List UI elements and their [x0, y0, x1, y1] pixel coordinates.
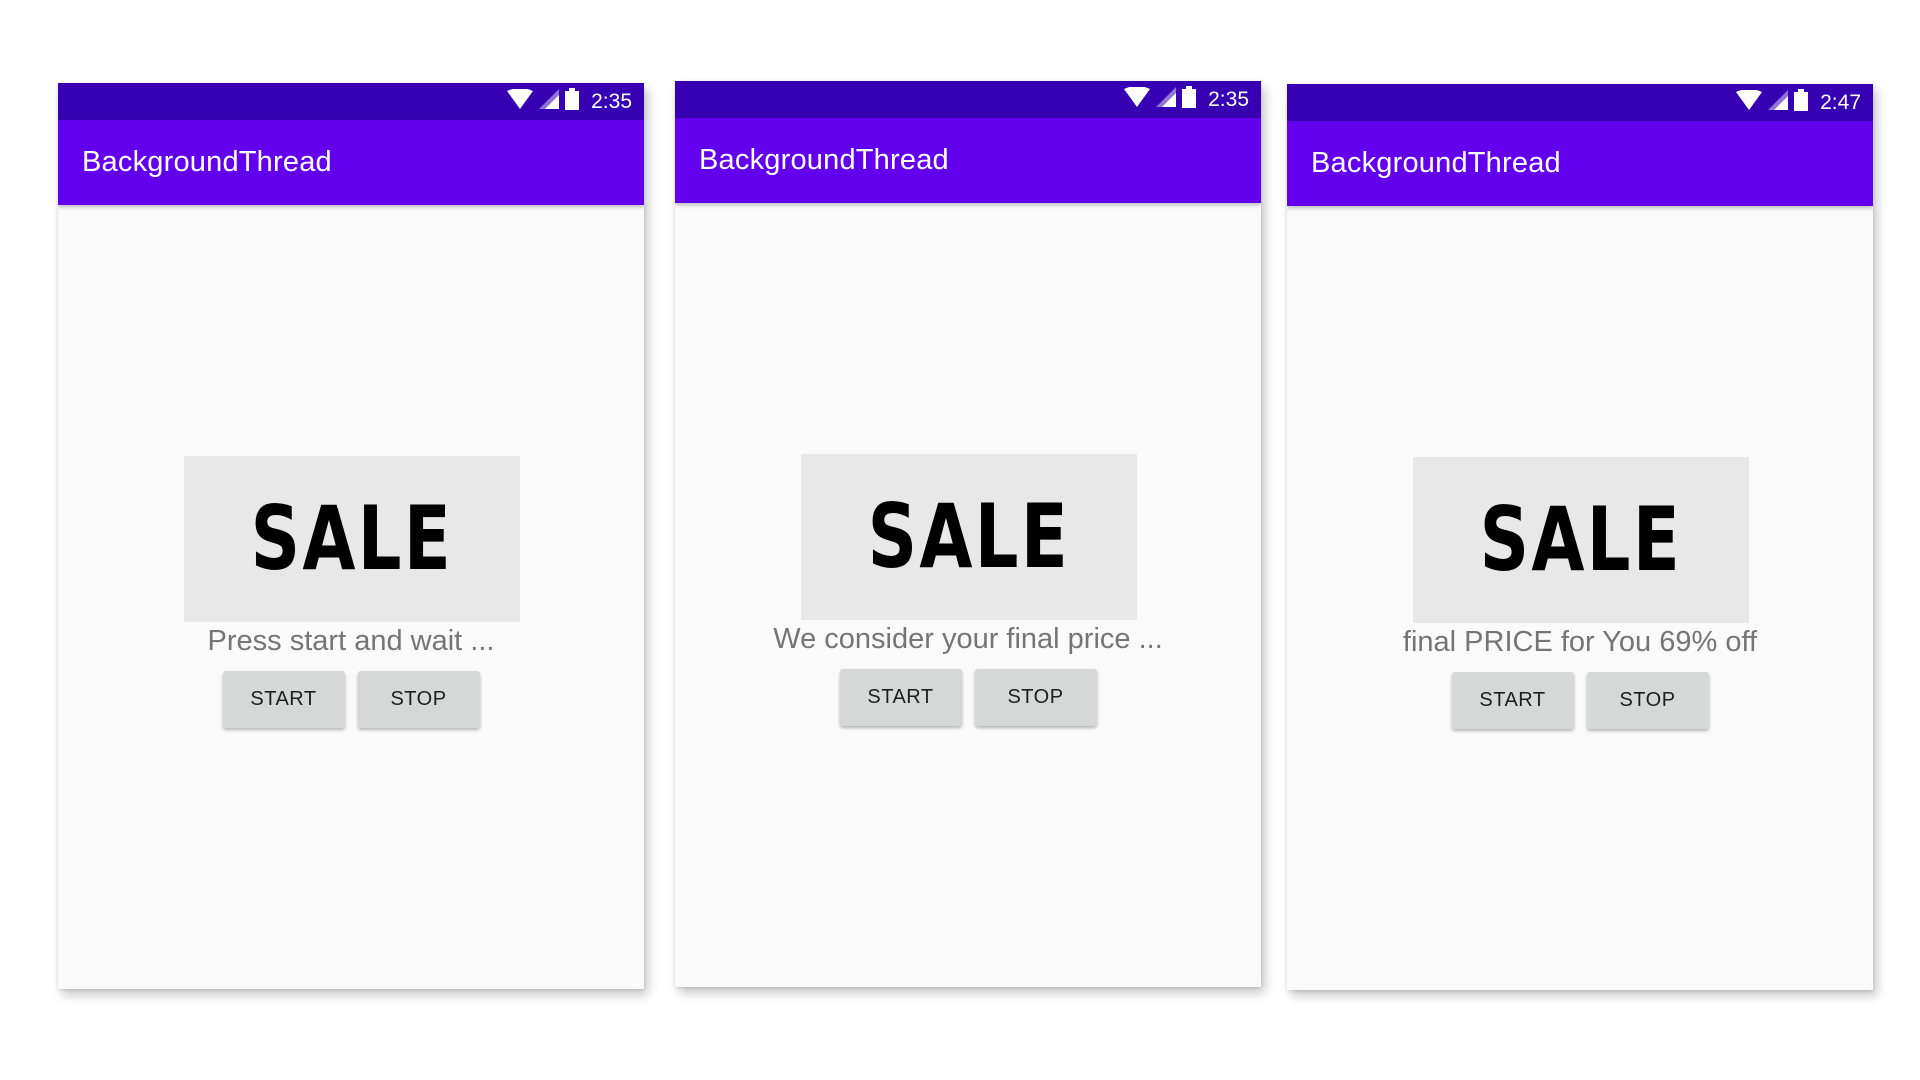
wifi-icon [1736, 89, 1763, 115]
status-message: Press start and wait ... [207, 625, 495, 657]
battery-icon [1794, 89, 1809, 116]
stop-button[interactable]: STOP [357, 671, 480, 728]
start-button[interactable]: START [222, 671, 345, 728]
sale-label: SALE [867, 485, 1071, 588]
status-icons: 2:35 [507, 83, 632, 120]
app-bar: BackgroundThread [58, 120, 644, 205]
app-bar: BackgroundThread [675, 118, 1261, 203]
app-title: BackgroundThread [82, 146, 332, 178]
app-title: BackgroundThread [699, 144, 949, 176]
status-message: We consider your final price ... [773, 623, 1163, 655]
sale-label: SALE [1479, 488, 1683, 591]
phone-screen-3: 2:47 BackgroundThread SALE final PRICE f… [1287, 84, 1873, 990]
status-bar: 2:35 [675, 81, 1261, 118]
status-time: 2:35 [591, 89, 632, 113]
button-row: START STOP [58, 671, 644, 728]
battery-icon [565, 88, 580, 115]
status-icons: 2:47 [1736, 84, 1861, 121]
status-bar: 2:47 [1287, 84, 1873, 121]
status-message: final PRICE for You 69% off [1402, 626, 1758, 658]
app-title: BackgroundThread [1311, 147, 1561, 179]
status-time: 2:35 [1208, 87, 1249, 111]
status-bar: 2:35 [58, 83, 644, 120]
cell-signal-icon [539, 89, 560, 114]
main-content: SALE final PRICE for You 69% off START S… [1287, 206, 1873, 990]
wifi-icon [507, 88, 534, 114]
phone-screen-2: 2:35 BackgroundThread SALE We consider y… [675, 81, 1261, 987]
wifi-icon [1124, 86, 1151, 112]
sale-image: SALE [801, 454, 1137, 620]
cell-signal-icon [1156, 87, 1177, 112]
screenshot-stage: 2:35 BackgroundThread SALE Press start a… [0, 0, 1920, 1080]
app-bar: BackgroundThread [1287, 121, 1873, 206]
button-row: START STOP [675, 669, 1261, 726]
battery-icon [1182, 86, 1197, 113]
cell-signal-icon [1768, 90, 1789, 115]
main-content: SALE Press start and wait ... START STOP [58, 205, 644, 989]
status-time: 2:47 [1820, 90, 1861, 114]
sale-image: SALE [1413, 457, 1749, 623]
main-content: SALE We consider your final price ... ST… [675, 203, 1261, 987]
stop-button[interactable]: STOP [974, 669, 1097, 726]
button-row: START STOP [1287, 672, 1873, 729]
phone-screen-1: 2:35 BackgroundThread SALE Press start a… [58, 83, 644, 989]
stop-button[interactable]: STOP [1586, 672, 1709, 729]
start-button[interactable]: START [839, 669, 962, 726]
status-icons: 2:35 [1124, 81, 1249, 118]
start-button[interactable]: START [1451, 672, 1574, 729]
sale-image: SALE [184, 456, 520, 622]
sale-label: SALE [250, 487, 454, 590]
